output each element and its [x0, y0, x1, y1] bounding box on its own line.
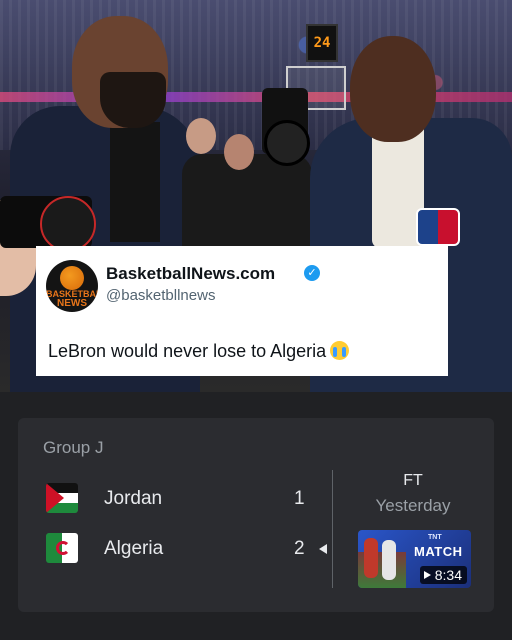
camera-lens: [264, 120, 310, 166]
account-handle[interactable]: @basketbllnews: [106, 287, 215, 304]
news-photo: 24 BASKETBALL NEWS BasketballNews.com ✓ …: [0, 0, 512, 392]
jordan-flag-icon: [46, 483, 78, 513]
group-label: Group J: [43, 438, 104, 457]
account-display-name[interactable]: BasketballNews.com: [106, 264, 275, 284]
match-date: Yesterday: [375, 496, 451, 515]
card-divider: [332, 470, 333, 588]
player-white-figure: [382, 540, 396, 580]
video-title: MATCH: [414, 544, 463, 559]
loudly-crying-face-icon: [330, 341, 350, 360]
highlights-video-thumbnail[interactable]: TNT MATCH 8:34: [358, 530, 471, 588]
team-name: Jordan: [104, 488, 163, 509]
team-row-algeria[interactable]: Algeria 2: [18, 532, 338, 566]
algeria-flag-icon: [46, 533, 78, 563]
play-icon: [423, 571, 431, 579]
account-avatar[interactable]: BASKETBALL NEWS: [46, 260, 98, 312]
nba-logo-icon: [416, 208, 460, 246]
avatar-logo-line2: NEWS: [57, 298, 87, 309]
tweet-body: LeBron would never lose to Algeria: [48, 341, 327, 361]
match-status: FT: [403, 472, 423, 489]
team-score: 2: [294, 538, 305, 559]
team-name: Algeria: [104, 538, 164, 559]
tweet-card[interactable]: BASKETBALL NEWS BasketballNews.com ✓ @ba…: [36, 246, 448, 376]
player-red-figure: [364, 538, 378, 578]
match-result-card[interactable]: Group J Jordan 1 Algeria 2 FT Yesterday …: [18, 418, 494, 612]
verified-badge-icon: ✓: [304, 265, 320, 281]
tweet-text: LeBron would never lose to Algeria: [48, 341, 350, 362]
winner-indicator-icon: [319, 544, 327, 554]
video-duration: 8:34: [419, 566, 467, 584]
duration-text: 8:34: [434, 567, 462, 583]
camera-lens-left: [40, 196, 96, 252]
team-row-jordan[interactable]: Jordan 1: [18, 482, 338, 516]
basketball-icon: [60, 266, 84, 290]
team-score: 1: [294, 488, 305, 509]
channel-logo-icon: TNT: [428, 534, 442, 541]
